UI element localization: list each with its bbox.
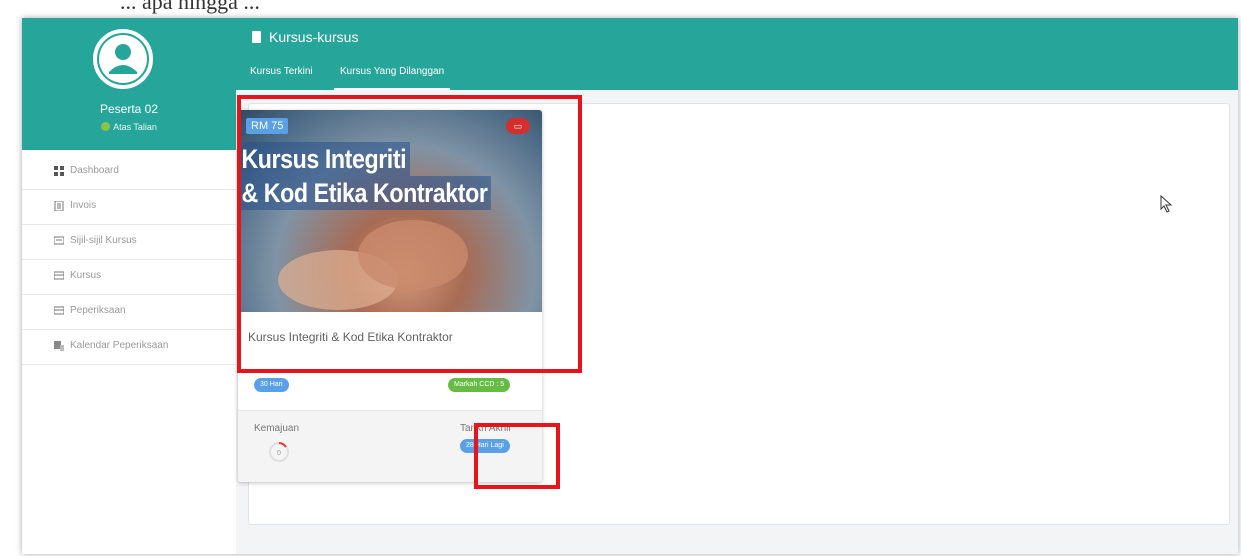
status-label: Atas Talian (113, 122, 157, 132)
tab-kursus-dilanggan[interactable]: Kursus Yang Dilanggan (334, 62, 451, 90)
dashboard-icon (54, 166, 64, 176)
sidebar-item-label: Kalendar Peperiksaan (70, 340, 169, 351)
online-status: Atas Talian (22, 122, 236, 132)
exam-icon (54, 306, 64, 315)
document-text-fragment: ... apa hingga ... (0, 0, 1241, 16)
duration-badge: 30 Hari (254, 378, 289, 392)
progress-label: Kemajuan (254, 423, 300, 434)
cpd-badge: Markah CCD : 5 (448, 378, 511, 392)
sidebar-item-peperiksaan[interactable]: Peperiksaan (22, 295, 236, 330)
progress-value: 0 (277, 450, 281, 457)
user-name: Peserta 02 (99, 102, 159, 116)
avatar[interactable] (92, 28, 154, 90)
tab-kursus-terkini[interactable]: Kursus Terkini (244, 62, 319, 90)
course-icon (54, 271, 64, 280)
sidebar-item-dashboard[interactable]: Dashboard (22, 155, 236, 190)
sidebar-item-invois[interactable]: Invois (22, 190, 236, 225)
sidebar-item-label: Peperiksaan (70, 305, 126, 316)
online-dot-icon (101, 122, 111, 131)
profile-panel: Peserta 02 Atas Talian (22, 18, 236, 150)
sidebar-item-kursus[interactable]: Kursus (22, 260, 236, 295)
sidebar-item-kalendar[interactable]: Kalendar Peperiksaan (22, 330, 236, 365)
certificate-icon (54, 236, 64, 245)
sidebar-item-sijil[interactable]: Sijil-sijil Kursus (22, 225, 236, 260)
sidebar-item-label: Sijil-sijil Kursus (70, 235, 137, 246)
progress-ring: 0 (269, 442, 289, 462)
sidebar-item-label: Invois (70, 200, 97, 211)
sidebar-item-label: Kursus (70, 270, 102, 281)
page-title: Kursus-kursus (252, 29, 358, 45)
page-title-text: Kursus-kursus (269, 29, 359, 45)
calendar-icon (54, 341, 64, 351)
sidebar: Peserta 02 Atas Talian Dashboard Invois … (22, 18, 236, 554)
invoice-icon (54, 201, 64, 211)
page-header: Kursus-kursus Kursus Terkini Kursus Yang… (236, 18, 1238, 90)
highlight-box-course (237, 95, 582, 373)
sidebar-item-label: Dashboard (70, 165, 119, 176)
mouse-cursor-icon (1160, 195, 1173, 213)
sidebar-menu: Dashboard Invois Sijil-sijil Kursus Kurs… (22, 155, 236, 365)
highlight-box-deadline (474, 423, 560, 489)
app-window: Peserta 02 Atas Talian Dashboard Invois … (22, 18, 1238, 554)
document-icon (252, 31, 261, 43)
